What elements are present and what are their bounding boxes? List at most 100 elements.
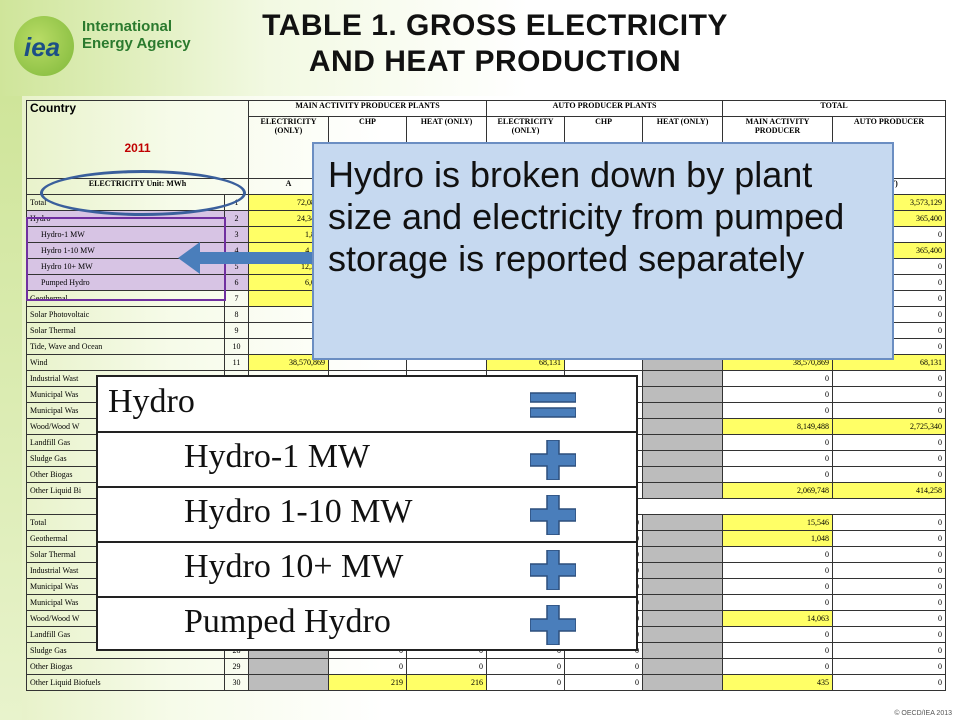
sum-label-hydro: Hydro — [108, 383, 195, 420]
value-cell-g: 0 — [722, 386, 834, 403]
value-cell-h: 0 — [832, 626, 947, 643]
value-cell-a — [248, 658, 329, 675]
value-cell-f — [642, 466, 724, 483]
row-name-cell: Other Liquid Biofuels — [26, 674, 225, 691]
row-index-cell: 10 — [224, 338, 249, 355]
value-cell-g: 0 — [722, 658, 834, 675]
value-cell-g: 15,546 — [722, 514, 834, 531]
group-total: TOTAL — [722, 100, 947, 117]
sum-row-hydro: Hydro — [98, 377, 636, 433]
plus-icon — [530, 550, 576, 590]
value-cell-g: 0 — [722, 578, 834, 595]
sum-label-hydro-1mw: Hydro-1 MW — [184, 438, 371, 475]
row-index-cell: 8 — [224, 306, 249, 323]
value-cell-h: 0 — [832, 658, 947, 675]
equals-icon — [530, 392, 576, 418]
logo-org-line1: International — [82, 18, 173, 35]
value-cell-f — [642, 658, 724, 675]
hydro-sum-diagram: Hydro Hydro-1 MW Hydro 1-10 MW Hydro 10+… — [96, 375, 638, 651]
value-cell-f — [642, 546, 724, 563]
value-cell-g: 14,063 — [722, 610, 834, 627]
plus-icon — [530, 440, 576, 480]
value-cell-f — [642, 434, 724, 451]
value-cell-h: 0 — [832, 546, 947, 563]
value-cell-g: 8,149,488 — [722, 418, 834, 435]
sum-label-hydro-10mw: Hydro 10+ MW — [184, 548, 404, 585]
left-decorative-band — [0, 96, 22, 720]
value-cell-f — [642, 530, 724, 547]
value-cell-f — [642, 402, 724, 419]
value-cell-d: 0 — [486, 658, 566, 675]
value-cell-f — [642, 674, 724, 691]
value-cell-h: 0 — [832, 386, 947, 403]
row-index-cell: 2 — [224, 210, 249, 227]
title-line-1: TABLE 1. GROSS ELECTRICITY — [262, 9, 728, 42]
value-cell-a — [248, 674, 329, 691]
value-cell-g: 0 — [722, 626, 834, 643]
value-cell-g: 0 — [722, 434, 834, 451]
value-cell-h: 0 — [832, 642, 947, 659]
row-index-cell: 29 — [224, 658, 249, 675]
value-cell-h: 0 — [832, 434, 947, 451]
value-cell-h: 0 — [832, 610, 947, 627]
group-auto-producer: AUTO PRODUCER PLANTS — [486, 100, 724, 117]
value-cell-f — [642, 418, 724, 435]
value-cell-f — [642, 562, 724, 579]
value-cell-f — [642, 514, 724, 531]
value-cell-f — [642, 578, 724, 595]
value-cell-h: 2,725,340 — [832, 418, 947, 435]
copyright-text: © OECD/IEA 2013 — [894, 710, 952, 717]
left-arrow-icon — [178, 242, 328, 274]
value-cell-f — [642, 450, 724, 467]
value-cell-f — [642, 370, 724, 387]
value-cell-c: 0 — [405, 658, 488, 675]
value-cell-g: 1,048 — [722, 530, 834, 547]
group-main-activity: MAIN ACTIVITY PRODUCER PLANTS — [247, 100, 488, 117]
sum-row-pumped-hydro: Pumped Hydro — [98, 597, 636, 651]
units-highlight-ellipse — [40, 170, 246, 216]
value-cell-d: 0 — [486, 674, 566, 691]
value-cell-g: 435 — [722, 674, 834, 691]
logo-org-name: International Energy Agency — [82, 18, 202, 52]
row-name-cell: Solar Photovoltaic — [26, 306, 225, 323]
value-cell-h: 0 — [832, 594, 947, 611]
row-name-cell: Tide, Wave and Ocean — [26, 338, 225, 355]
row-index-cell: 30 — [224, 674, 249, 691]
value-cell-c: 216 — [405, 674, 488, 691]
value-cell-h: 0 — [832, 562, 947, 579]
sum-label-pumped-hydro: Pumped Hydro — [184, 603, 391, 640]
sum-row-hydro-10mw: Hydro 10+ MW — [98, 542, 636, 598]
value-cell-g: 2,069,748 — [722, 482, 834, 499]
value-cell-e: 0 — [564, 658, 644, 675]
value-cell-h: 0 — [832, 402, 947, 419]
sum-row-hydro-1mw: Hydro-1 MW — [98, 432, 636, 488]
value-cell-f — [642, 386, 724, 403]
sum-label-hydro-1-10mw: Hydro 1-10 MW — [184, 493, 413, 530]
value-cell-g: 0 — [722, 402, 834, 419]
value-cell-b: 219 — [328, 674, 407, 691]
value-cell-h: 0 — [832, 466, 947, 483]
value-cell-h: 0 — [832, 370, 947, 387]
year-label: 2011 — [124, 141, 151, 155]
row-index-cell: 11 — [224, 354, 249, 371]
plus-icon — [530, 495, 576, 535]
logo-org-line2: Energy Agency — [82, 35, 191, 52]
value-cell-g: 0 — [722, 546, 834, 563]
value-cell-h: 0 — [832, 530, 947, 547]
value-cell-h: 0 — [832, 674, 947, 691]
value-cell-f — [642, 482, 724, 499]
plus-icon — [530, 605, 576, 645]
value-cell-f — [642, 594, 724, 611]
slide-title: TABLE 1. GROSS ELECTRICITY AND HEAT PROD… — [210, 8, 780, 80]
value-cell-g: 0 — [722, 562, 834, 579]
value-cell-h: 0 — [832, 450, 947, 467]
sum-row-hydro-1-10mw: Hydro 1-10 MW — [98, 487, 636, 543]
value-cell-g: 0 — [722, 594, 834, 611]
value-cell-h: 0 — [832, 578, 947, 595]
value-cell-g: 0 — [722, 466, 834, 483]
value-cell-h: 0 — [832, 514, 947, 531]
table-row: Other Liquid Biofuels 30 219 216 0 0 435 0 — [26, 674, 947, 691]
value-cell-e: 0 — [564, 674, 644, 691]
value-cell-f — [642, 610, 724, 627]
country-header: Country 2011 — [26, 100, 249, 179]
